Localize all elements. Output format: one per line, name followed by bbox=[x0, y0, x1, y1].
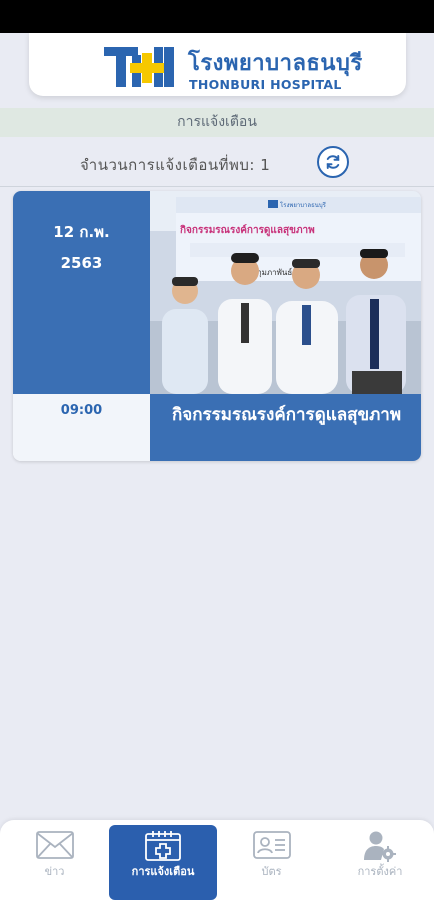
notification-count-value: 1 bbox=[260, 156, 271, 174]
bottom-tab-bar: ข่าว การแจ้งเตือน บัตร การตั้งค่า bbox=[0, 820, 434, 900]
id-card-icon bbox=[252, 831, 291, 859]
calendar-plus-icon bbox=[145, 831, 181, 861]
photo-banner-logo-text: โรงพยาบาลธนบุรี bbox=[280, 201, 327, 209]
tab-settings[interactable]: การตั้งค่า bbox=[326, 820, 434, 900]
tab-settings-label: การตั้งค่า bbox=[357, 865, 403, 878]
card-date-year: 2563 bbox=[60, 254, 103, 272]
notification-count-row: จำนวนการแจ้งเตือนที่พบ: 1 bbox=[0, 144, 434, 182]
divider bbox=[0, 186, 434, 187]
card-date: 12 ก.พ. 2563 bbox=[13, 191, 150, 394]
card-time: 09:00 bbox=[13, 394, 150, 461]
user-settings-icon bbox=[364, 831, 396, 862]
card-title: กิจกรรมรณรงค์การดูแลสุขภาพ bbox=[172, 405, 402, 425]
tab-notifications[interactable]: การแจ้งเตือน bbox=[109, 825, 217, 900]
refresh-icon bbox=[326, 155, 340, 169]
hospital-logo-icon bbox=[104, 47, 174, 87]
hospital-logo-header: โรงพยาบาลธนบุรี THONBURI HOSPITAL bbox=[29, 33, 406, 96]
logo-thai-text: โรงพยาบาลธนบุรี bbox=[188, 51, 363, 76]
notification-count-label: จำนวนการแจ้งเตือนที่พบ: bbox=[80, 156, 255, 174]
refresh-button[interactable] bbox=[317, 146, 349, 178]
notification-card[interactable]: 12 ก.พ. 2563 โรงพยาบาลธนบุรี กิจกรรมรณรง… bbox=[13, 191, 421, 461]
card-title-block: กิจกรรมรณรงค์การดูแลสุขภาพ bbox=[150, 394, 421, 461]
section-title: การแจ้งเตือน bbox=[0, 108, 434, 137]
photo-banner-text: กิจกรรมรณรงค์การดูแลสุขภาพ bbox=[180, 224, 315, 237]
event-photo-image: โรงพยาบาลธนบุรี กิจกรรมรณรงค์การดูแลสุขภ… bbox=[150, 191, 421, 394]
tab-notifications-label: การแจ้งเตือน bbox=[131, 865, 195, 878]
tab-card[interactable]: บัตร bbox=[217, 820, 326, 900]
card-date-day-month: 12 ก.พ. bbox=[53, 223, 110, 241]
notification-count: จำนวนการแจ้งเตือนที่พบ: 1 bbox=[80, 153, 270, 177]
card-time-text: 09:00 bbox=[60, 403, 103, 418]
status-bar bbox=[0, 0, 434, 33]
card-photo: โรงพยาบาลธนบุรี กิจกรรมรณรงค์การดูแลสุขภ… bbox=[150, 191, 421, 394]
mail-icon bbox=[35, 831, 74, 859]
tab-card-label: บัตร bbox=[261, 865, 282, 878]
logo-english-text: THONBURI HOSPITAL bbox=[189, 77, 342, 92]
tab-news-label: ข่าว bbox=[44, 865, 65, 878]
tab-news[interactable]: ข่าว bbox=[0, 820, 109, 900]
